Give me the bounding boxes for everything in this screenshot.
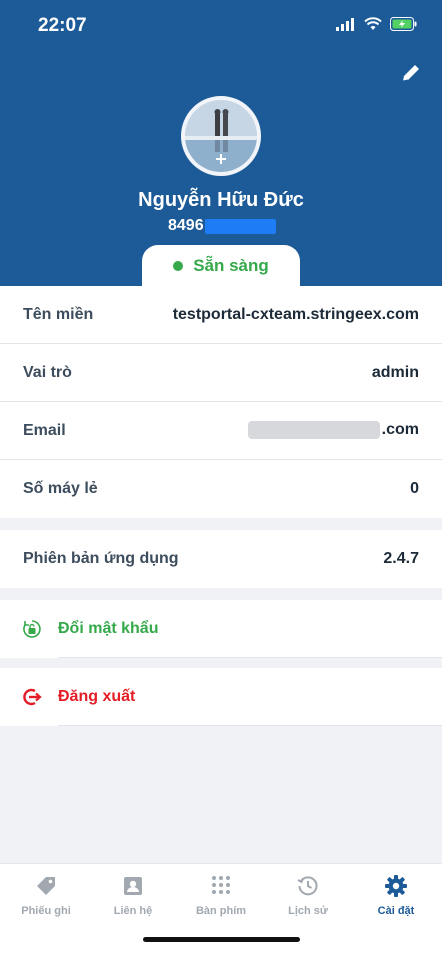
info-row-email: Email .com — [0, 402, 442, 460]
tab-label: Bàn phím — [195, 905, 247, 917]
app-version-row: Phiên bản ứng dụng 2.4.7 — [0, 530, 442, 588]
app-version-label: Phiên bản ứng dụng — [23, 550, 179, 567]
tab-label: Lịch sử — [288, 905, 328, 917]
profile-name: Nguyễn Hữu Đức — [138, 189, 304, 211]
phone-prefix: 8496 — [168, 217, 204, 234]
status-time: 22:07 — [38, 15, 87, 36]
app-version-value: 2.4.7 — [383, 550, 419, 567]
change-password-label: Đổi mật khẩu — [58, 620, 159, 637]
info-label: Số máy lẻ — [23, 480, 98, 497]
info-value: 0 — [410, 480, 419, 497]
avatar[interactable] — [181, 96, 261, 176]
change-password-button[interactable]: Đổi mật khẩu — [0, 600, 442, 658]
info-value: admin — [371, 363, 419, 381]
email-suffix: .com — [381, 421, 419, 439]
tab-contacts[interactable]: Liên hệ — [89, 874, 177, 917]
info-row-extension: Số máy lẻ 0 — [0, 460, 442, 518]
tab-tickets[interactable]: Phiếu ghi — [2, 874, 90, 917]
section-divider — [0, 588, 442, 600]
profile-phone: 8496 — [168, 217, 276, 235]
status-label: Sẵn sàng — [193, 256, 269, 275]
account-info-list: Tên miền testportal-cxteam.stringeex.com… — [0, 286, 442, 518]
tab-label: Cài đặt — [377, 905, 415, 917]
edit-profile-icon[interactable] — [400, 62, 422, 84]
tag-icon — [37, 877, 55, 895]
tab-label: Liên hệ — [113, 905, 153, 917]
unlock-icon — [23, 620, 41, 638]
phone-redaction — [204, 218, 276, 234]
tab-label: Phiếu ghi — [21, 905, 71, 917]
logout-label: Đăng xuất — [58, 688, 136, 705]
status-bar: 22:07 — [0, 0, 442, 52]
contact-icon — [124, 877, 142, 895]
section-divider — [0, 658, 442, 668]
tab-keypad[interactable]: Bàn phím — [177, 874, 265, 917]
battery-charging-icon — [390, 17, 417, 31]
info-label: Tên miền — [23, 305, 94, 323]
logout-icon — [23, 688, 42, 706]
logout-button[interactable]: Đăng xuất — [0, 668, 442, 726]
history-icon — [297, 876, 318, 896]
info-value: testportal-cxteam.stringeex.com — [172, 305, 419, 323]
info-row-role: Vai trò admin — [0, 344, 442, 402]
wifi-icon — [364, 17, 382, 30]
cellular-signal-icon — [336, 17, 354, 31]
info-label: Vai trò — [23, 363, 72, 381]
tab-settings[interactable]: Cài đặt — [352, 874, 440, 917]
info-label: Email — [23, 421, 66, 439]
info-value-email: .com — [247, 421, 419, 440]
info-row-domain: Tên miền testportal-cxteam.stringeex.com — [0, 286, 442, 344]
add-photo-icon[interactable] — [216, 154, 226, 164]
empty-area — [0, 726, 442, 863]
profile-header: 22:07 Nguyễn Hữu Đức 8496 Sẵn sàng — [0, 0, 442, 287]
gear-icon — [385, 875, 407, 897]
keypad-icon — [212, 876, 230, 894]
section-divider — [0, 518, 442, 530]
email-redaction — [247, 421, 380, 440]
tab-history[interactable]: Lịch sử — [264, 874, 352, 917]
agent-status-toggle[interactable]: Sẵn sàng — [142, 245, 300, 287]
status-dot — [173, 261, 184, 271]
home-indicator — [143, 937, 300, 942]
